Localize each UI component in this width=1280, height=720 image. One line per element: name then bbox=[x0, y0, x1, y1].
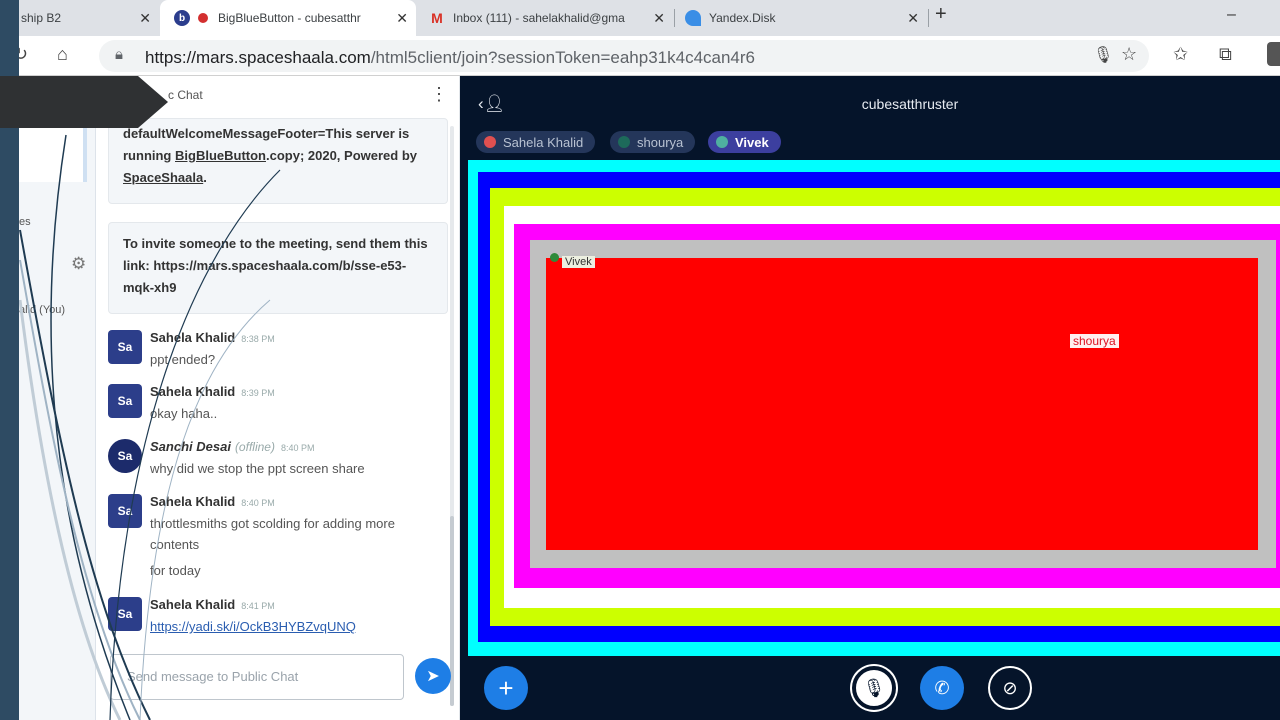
close-icon[interactable]: ✕ bbox=[396, 10, 408, 27]
gmail-favicon-icon: M bbox=[431, 10, 443, 26]
user-self-label[interactable]: alid (You) bbox=[19, 304, 65, 316]
whiteboard-red-fill bbox=[546, 258, 1258, 550]
presentation-area: ‹👤︎ cubesatthruster Sahela Khalid shoury… bbox=[460, 76, 1280, 720]
avatar: Sa bbox=[108, 439, 142, 473]
star-icon[interactable]: ☆ bbox=[1121, 44, 1137, 65]
users-panel: es ⚙ alid (You) bbox=[19, 76, 96, 720]
selected-user-item[interactable] bbox=[19, 128, 87, 182]
collections-icon[interactable]: ⧉ bbox=[1219, 44, 1232, 65]
message-author: Sahela Khalid 8:41 PM bbox=[150, 597, 275, 612]
chat-message: Sa Sahela Khalid 8:41 PM https://yadi.sk/… bbox=[108, 597, 448, 641]
mic-icon bbox=[716, 136, 728, 148]
chat-title: c Chat bbox=[168, 88, 203, 102]
talker-indicator[interactable]: shourya bbox=[610, 131, 696, 153]
browser-tabstrip: ship B2 ✕ b BigBlueButton - cubesatthr ✕… bbox=[19, 0, 1280, 36]
message-text: throttlesmiths got scolding for adding m… bbox=[150, 516, 395, 552]
address-bar[interactable]: 🔒︎ https://mars.spaceshaala.com/html5cli… bbox=[99, 40, 1149, 72]
slide-banner-arrow bbox=[0, 76, 168, 128]
avatar: Sa bbox=[108, 330, 142, 364]
cursor-label-vivek: Vivek bbox=[562, 256, 595, 268]
meeting-title: cubesatthruster bbox=[861, 96, 959, 112]
chat-message: Sa Sahela Khalid 8:40 PM throttlesmiths g… bbox=[108, 494, 448, 584]
talker-indicator[interactable]: Sahela Khalid bbox=[476, 131, 596, 153]
message-author: Sahela Khalid 8:40 PM bbox=[150, 494, 275, 509]
tab-label: Yandex.Disk bbox=[709, 11, 776, 25]
message-link[interactable]: https://yadi.sk/i/OckB3HYBZvqUNQ bbox=[150, 616, 442, 637]
favorites-icon[interactable]: ✩ bbox=[1173, 44, 1188, 65]
message-text: okay haha.. bbox=[150, 406, 218, 421]
microphone-muted-icon: 🎙︎ bbox=[862, 677, 886, 698]
minimize-button[interactable]: – bbox=[1227, 6, 1236, 24]
lock-icon: 🔒︎ bbox=[115, 46, 123, 63]
users-label-partial: es bbox=[19, 216, 31, 228]
tab-bigbluebutton[interactable]: b BigBlueButton - cubesatthr ✕ bbox=[160, 0, 416, 36]
close-icon[interactable]: ✕ bbox=[139, 10, 151, 27]
avatar: Sa bbox=[108, 384, 142, 418]
close-icon[interactable]: ✕ bbox=[907, 10, 919, 27]
message-author: Sahela Khalid 8:38 PM bbox=[150, 330, 275, 345]
microphone-icon[interactable]: 🎙︎ bbox=[1093, 45, 1113, 65]
message-text: why did we stop the ppt screen share bbox=[150, 461, 365, 476]
mic-icon bbox=[484, 136, 496, 148]
leave-audio-button[interactable]: ✆ bbox=[920, 666, 964, 710]
phone-icon: ✆ bbox=[934, 677, 950, 698]
share-webcam-button[interactable]: ⊘ bbox=[988, 666, 1032, 710]
gear-icon[interactable]: ⚙ bbox=[71, 254, 86, 274]
tab-gmail[interactable]: M Inbox (111) - sahelakhalid@gma ✕ bbox=[417, 0, 673, 36]
tab-yandex-disk[interactable]: Yandex.Disk ✕ bbox=[675, 0, 927, 36]
welcome-message-box: defaultWelcomeMessageFooter=This server … bbox=[108, 118, 448, 204]
send-button[interactable]: ➤ bbox=[415, 658, 451, 694]
new-tab-button[interactable]: + bbox=[935, 3, 947, 26]
chat-message: Sa Sahela Khalid 8:39 PM okay haha.. bbox=[108, 384, 448, 428]
message-author: Sahela Khalid 8:39 PM bbox=[150, 384, 275, 399]
address-bar-row: ↻ ⌂ 🔒︎ https://mars.spaceshaala.com/html… bbox=[13, 36, 1280, 76]
avatar: Sa bbox=[108, 597, 142, 631]
avatar: Sa bbox=[108, 494, 142, 528]
profile-avatar[interactable] bbox=[1267, 42, 1280, 66]
cursor-dot bbox=[550, 253, 559, 262]
tab-label: ship B2 bbox=[21, 11, 62, 25]
spaceshaala-link[interactable]: SpaceShaala bbox=[123, 170, 203, 185]
chat-message-input[interactable]: Send message to Public Chat bbox=[110, 654, 404, 700]
talker-indicator-active[interactable]: Vivek bbox=[708, 131, 781, 153]
tab-shipb2[interactable]: ship B2 ✕ bbox=[19, 0, 159, 36]
mute-button[interactable]: 🎙︎ bbox=[852, 666, 896, 710]
invite-text: To invite someone to the meeting, send t… bbox=[123, 236, 428, 295]
message-text: for today bbox=[150, 563, 201, 578]
home-icon[interactable]: ⌂ bbox=[57, 44, 68, 65]
url-text: https://mars.spaceshaala.com/html5client… bbox=[145, 48, 755, 67]
message-text: ppt ended? bbox=[150, 352, 216, 367]
chat-message: Sa Sanchi Desai (offline) 8:40 PM why did … bbox=[108, 439, 448, 483]
chat-scrollbar[interactable] bbox=[450, 126, 454, 706]
camera-off-icon: ⊘ bbox=[1002, 677, 1018, 698]
tab-separator bbox=[928, 9, 929, 27]
bigbluebutton-favicon-icon: b bbox=[174, 10, 190, 26]
mic-icon bbox=[618, 136, 630, 148]
recording-dot-icon bbox=[198, 13, 208, 23]
actions-plus-button[interactable]: + bbox=[484, 666, 528, 710]
cursor-label-shourya: shourya bbox=[1070, 334, 1119, 348]
tab-label: BigBlueButton - cubesatthr bbox=[218, 11, 361, 25]
plus-icon: + bbox=[498, 672, 514, 703]
close-icon[interactable]: ✕ bbox=[653, 10, 665, 27]
invite-message-box: To invite someone to the meeting, send t… bbox=[108, 222, 448, 314]
bigbluebutton-link[interactable]: BigBlueButton bbox=[175, 148, 266, 163]
chat-message: Sa Sahela Khalid 8:38 PM ppt ended? bbox=[108, 330, 448, 374]
send-icon: ➤ bbox=[426, 668, 440, 685]
tab-label: Inbox (111) - sahelakhalid@gma bbox=[453, 11, 625, 25]
kebab-menu-icon[interactable]: ⋮ bbox=[430, 84, 448, 105]
message-author: Sanchi Desai (offline) 8:40 PM bbox=[150, 439, 315, 454]
yandex-disk-favicon-icon bbox=[685, 10, 701, 26]
public-chat-panel: c Chat ⋮ defaultWelcomeMessageFooter=Thi… bbox=[96, 76, 460, 720]
